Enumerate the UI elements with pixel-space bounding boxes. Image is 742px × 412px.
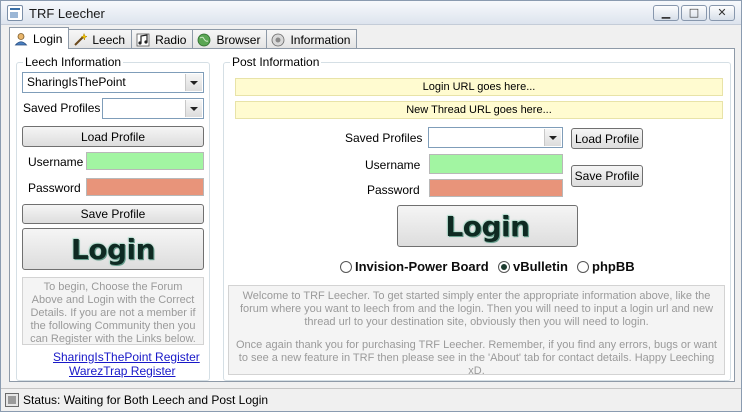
window-title: TRF Leecher — [29, 6, 105, 21]
tab-label: Leech — [92, 32, 126, 47]
post-username-label: Username — [365, 158, 421, 172]
forum-select[interactable]: SharingIsThePoint — [22, 72, 204, 93]
radio-label: Invision-Power Board — [355, 259, 489, 274]
thanks-text: Once again thank you for purchasing TRF … — [236, 339, 717, 377]
leech-username-label: Username — [28, 155, 84, 169]
tab-label: Browser — [216, 32, 261, 47]
post-saved-profiles-label: Saved Profiles — [345, 131, 423, 145]
forum-select-value: SharingIsThePoint — [27, 75, 126, 89]
tab-leech[interactable]: Leech — [68, 29, 133, 49]
radio-label: vBulletin — [513, 259, 568, 274]
post-saved-profiles-select[interactable] — [428, 127, 563, 148]
post-load-profile-button[interactable]: Load Profile — [571, 128, 643, 149]
new-thread-url-input[interactable]: New Thread URL goes here... — [235, 101, 723, 119]
wand-icon — [74, 32, 88, 46]
leech-load-profile-button[interactable]: Load Profile — [22, 126, 204, 147]
app-icon — [7, 5, 23, 21]
info-icon — [272, 33, 285, 46]
radio-vbulletin[interactable]: vBulletin — [498, 259, 568, 274]
tab-radio[interactable]: Radio — [131, 29, 194, 49]
sharingisthepoint-register-link[interactable]: SharingIsThePoint Register — [53, 350, 200, 364]
status-icon — [5, 393, 19, 407]
user-icon — [14, 32, 28, 45]
post-password-label: Password — [367, 183, 420, 197]
leech-saved-profiles-select[interactable] — [102, 98, 204, 119]
tab-browser[interactable]: Browser — [192, 29, 268, 49]
leech-login-button[interactable]: Login — [22, 228, 204, 270]
chevron-down-icon — [185, 74, 202, 91]
app-window: TRF Leecher ▁ □ ✕ Login Leech Radio Brow… — [0, 0, 742, 412]
tab-label: Login — [33, 31, 63, 46]
radio-invision-power-board[interactable]: Invision-Power Board — [340, 259, 489, 274]
login-url-input[interactable]: Login URL goes here... — [235, 78, 723, 96]
chevron-down-icon — [185, 100, 202, 117]
post-login-button[interactable]: Login — [397, 205, 578, 247]
leech-username-input[interactable] — [86, 152, 204, 170]
radio-label: phpBB — [592, 259, 635, 274]
tab-strip: Login Leech Radio Browser Information — [9, 27, 358, 49]
welcome-info-box: Welcome to TRF Leecher. To get started s… — [228, 285, 725, 377]
tab-information[interactable]: Information — [266, 29, 358, 49]
wareztrap-register-link[interactable]: WarezTrap Register — [69, 364, 175, 378]
leech-password-input[interactable] — [86, 178, 204, 196]
welcome-text: Welcome to TRF Leecher. To get started s… — [239, 290, 714, 328]
leech-save-profile-button[interactable]: Save Profile — [22, 204, 204, 224]
leech-saved-profiles-label: Saved Profiles — [23, 101, 101, 115]
radio-phpbb[interactable]: phpBB — [577, 259, 635, 274]
chevron-down-icon — [544, 129, 561, 146]
window-controls: ▁ □ ✕ — [653, 5, 735, 21]
tab-label: Radio — [155, 32, 187, 47]
leech-password-label: Password — [28, 181, 81, 195]
tab-login[interactable]: Login — [9, 27, 70, 49]
post-information-legend: Post Information — [230, 55, 322, 69]
globe-icon — [198, 33, 211, 46]
leech-information-legend: Leech Information — [23, 55, 124, 69]
tab-label: Information — [290, 32, 351, 47]
post-save-profile-button[interactable]: Save Profile — [571, 165, 643, 187]
close-button[interactable]: ✕ — [709, 5, 735, 21]
maximize-button[interactable]: □ — [681, 5, 707, 21]
status-bar: Status: Waiting for Both Leech and Post … — [1, 388, 741, 411]
post-password-input[interactable] — [429, 179, 563, 197]
radio-button-icon — [577, 260, 589, 273]
leech-login-label: Login — [70, 232, 156, 266]
post-username-input[interactable] — [429, 154, 563, 174]
radio-button-icon — [340, 260, 352, 273]
leech-help-text: To begin, Choose the Forum Above and Log… — [22, 277, 204, 345]
radio-button-checked-icon — [498, 260, 510, 273]
title-bar: TRF Leecher ▁ □ ✕ — [1, 1, 741, 25]
minimize-button[interactable]: ▁ — [653, 5, 679, 21]
music-icon — [136, 33, 150, 46]
post-login-label: Login — [445, 209, 530, 243]
status-text: Status: Waiting for Both Leech and Post … — [23, 393, 269, 407]
